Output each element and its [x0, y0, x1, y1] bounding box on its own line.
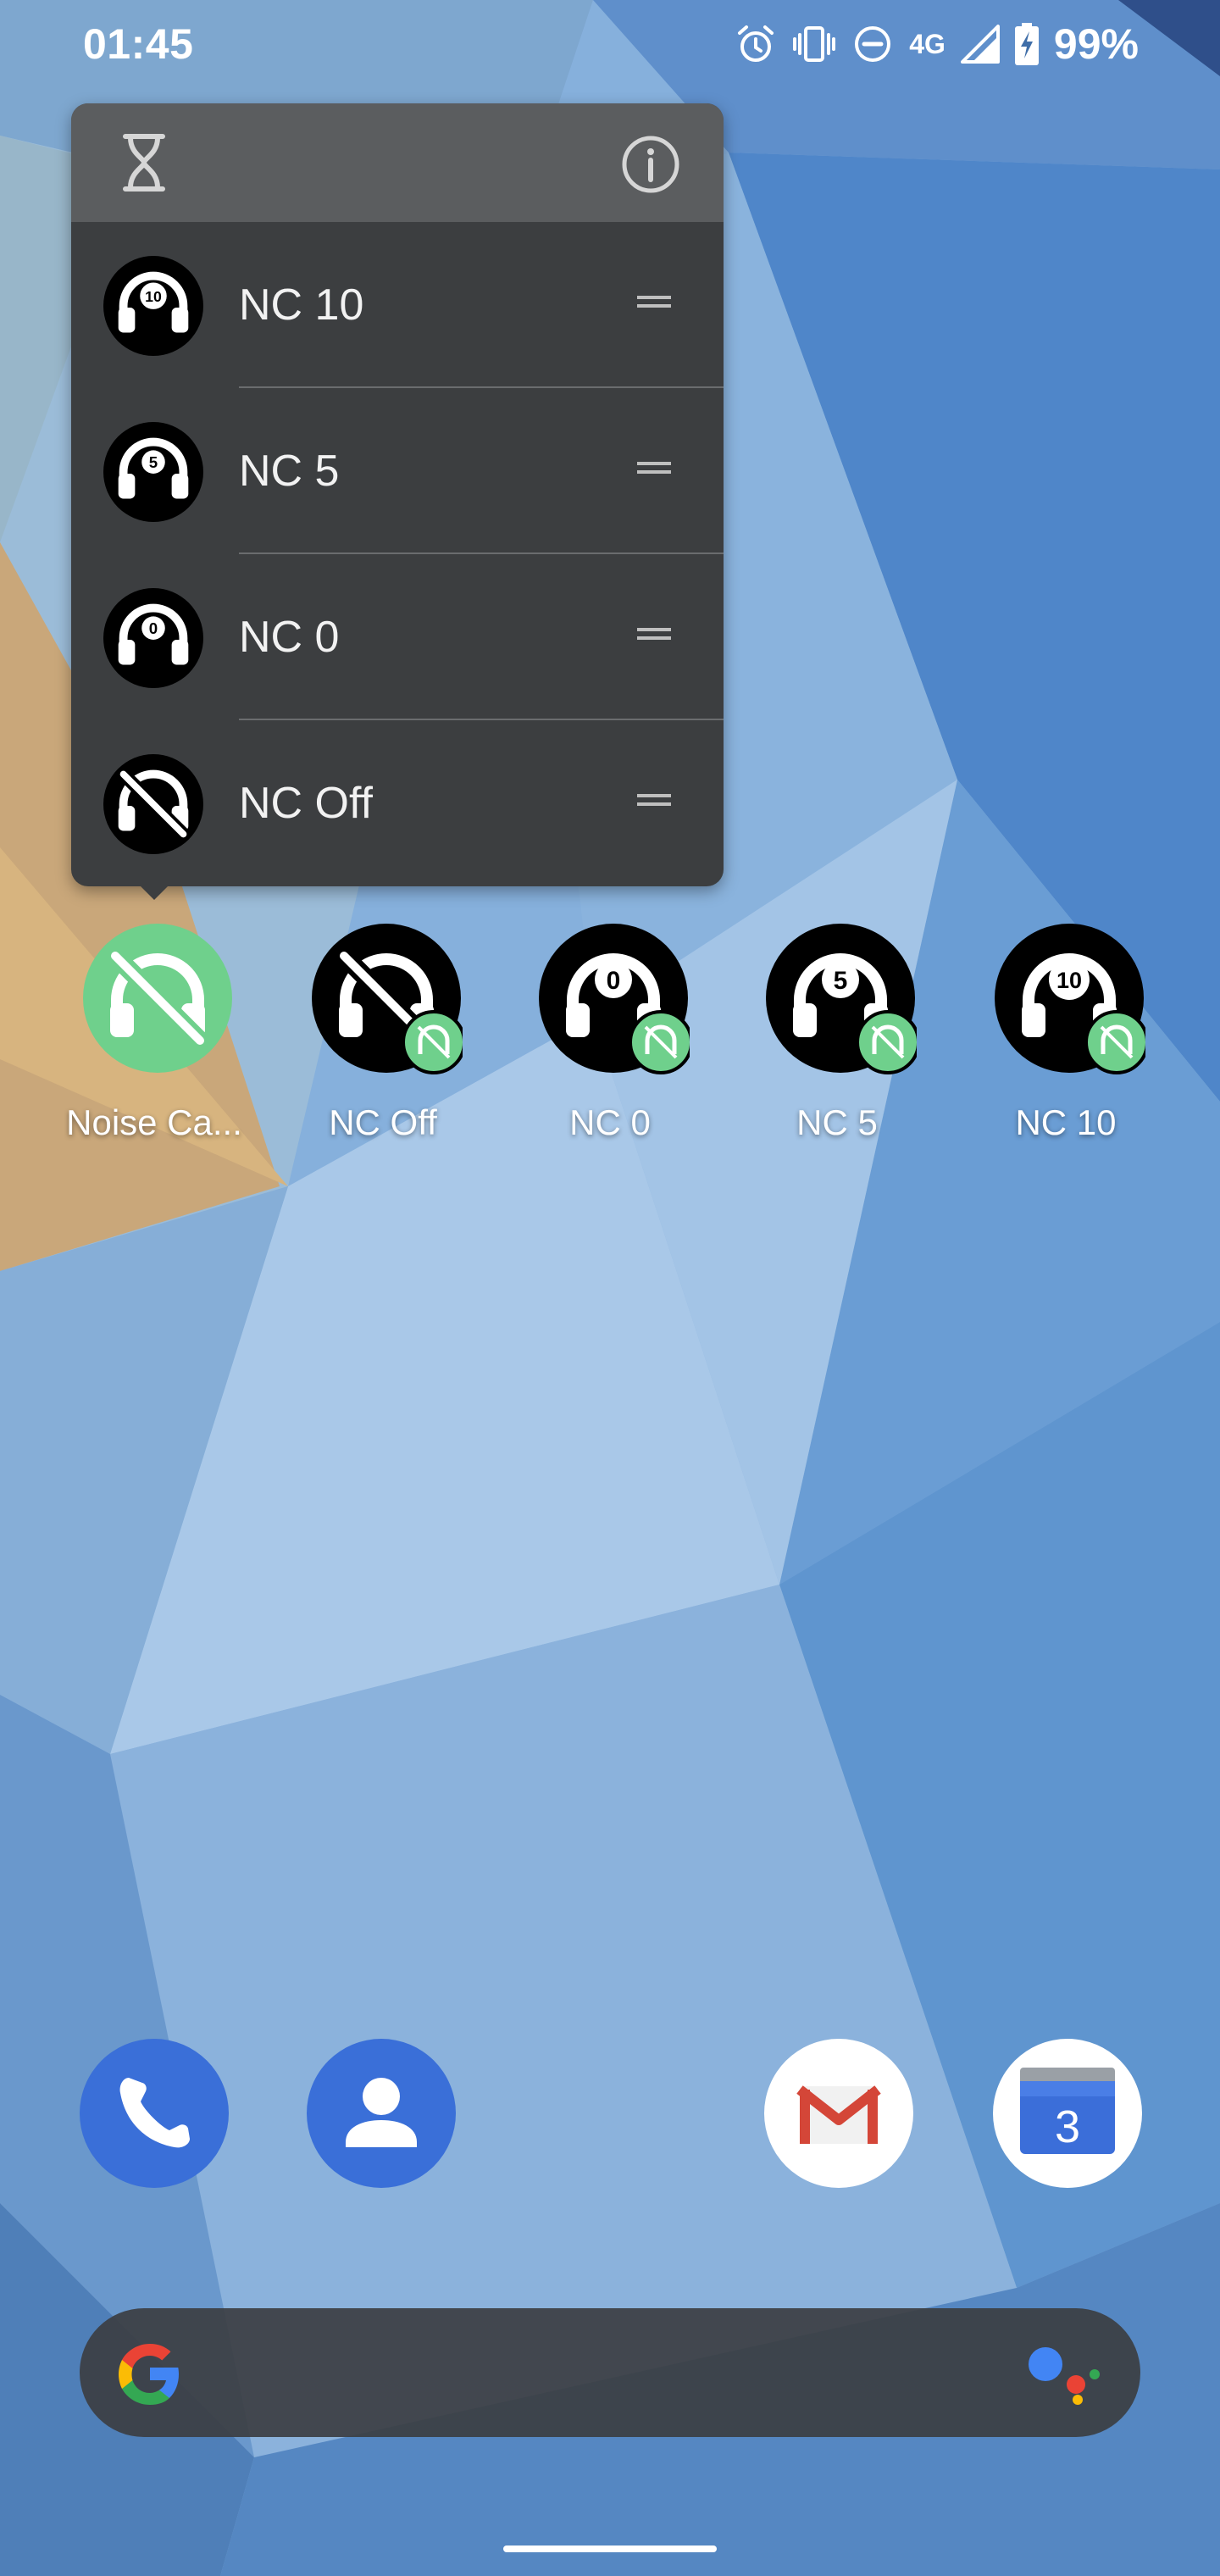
drag-handle-icon[interactable]: [635, 790, 673, 810]
status-bar: 01:45 4G 99%: [0, 0, 1220, 93]
vibrate-icon: [793, 26, 836, 62]
phone-icon[interactable]: [80, 2039, 229, 2188]
app-label: NC 5: [796, 1102, 878, 1142]
headphones-off-icon: [312, 924, 463, 1074]
headphones-nc0-icon: 0: [539, 924, 690, 1074]
noise-cancelling-app-icon: [83, 924, 232, 1073]
home-screen: 01:45 4G 99% 10 NC 10 5 NC 5 0 NC 0 NC O…: [0, 0, 1220, 2576]
shortcut-popup-menu: 10 NC 10 5 NC 5 0 NC 0 NC Off: [71, 103, 724, 886]
alarm-icon: [738, 25, 774, 62]
drag-handle-icon[interactable]: [635, 291, 673, 312]
headphones-nc5-icon: 5: [103, 422, 203, 522]
drag-handle-icon[interactable]: [635, 458, 673, 478]
menu-item-nc0[interactable]: 0 NC 0: [71, 554, 724, 720]
network-type: 4G: [909, 29, 946, 59]
do-not-disturb-icon: [855, 26, 891, 62]
svg-text:0: 0: [607, 967, 621, 995]
info-icon[interactable]: [620, 134, 681, 195]
status-time: 01:45: [83, 20, 194, 68]
gmail-icon[interactable]: [764, 2039, 913, 2188]
headphones-off-icon: [103, 754, 203, 854]
app-label: NC 0: [569, 1102, 651, 1142]
hourglass-icon[interactable]: [119, 133, 169, 192]
svg-text:5: 5: [834, 967, 848, 995]
calendar-day: 3: [1055, 2101, 1080, 2152]
app-label: NC 10: [1015, 1102, 1117, 1142]
menu-item-label: NC 10: [239, 280, 364, 330]
shortcut-nc10[interactable]: 10 NC 10: [973, 919, 1159, 1156]
svg-text:10: 10: [145, 288, 162, 305]
menu-item-label: NC 0: [239, 613, 340, 662]
headphones-nc10-icon: 10: [103, 256, 203, 356]
svg-text:0: 0: [149, 619, 158, 637]
svg-text:5: 5: [149, 453, 158, 471]
popup-header: [71, 103, 724, 222]
svg-text:10: 10: [1056, 968, 1082, 993]
app-noise-cancelling[interactable]: Noise Ca...: [61, 919, 247, 1156]
app-label: NC Off: [329, 1102, 437, 1142]
menu-item-label: NC 5: [239, 447, 340, 496]
popup-pointer: [136, 881, 173, 900]
headphones-nc10-icon: 10: [995, 924, 1145, 1074]
menu-item-label: NC Off: [239, 779, 373, 828]
menu-item-nc-off[interactable]: NC Off: [71, 720, 724, 886]
shortcut-nc-off[interactable]: NC Off: [290, 919, 476, 1156]
app-label: Noise Ca...: [66, 1102, 242, 1142]
assistant-icon[interactable]: [1027, 2344, 1103, 2405]
drag-handle-icon[interactable]: [635, 624, 673, 644]
menu-item-nc5[interactable]: 5 NC 5: [71, 388, 724, 554]
shortcut-nc0[interactable]: 0 NC 0: [517, 919, 703, 1156]
headphones-nc5-icon: 5: [766, 924, 917, 1074]
calendar-icon[interactable]: 3: [993, 2039, 1142, 2188]
menu-item-nc10[interactable]: 10 NC 10: [71, 222, 724, 388]
gesture-nav-handle[interactable]: [503, 2545, 717, 2552]
signal-icon: [960, 25, 1000, 64]
battery-percent: 99%: [1053, 20, 1139, 68]
headphones-nc0-icon: 0: [103, 588, 203, 688]
battery-charging-icon: [1014, 23, 1039, 65]
google-search-bar[interactable]: [80, 2308, 1140, 2437]
google-logo-icon: [119, 2344, 179, 2405]
contacts-icon[interactable]: [307, 2039, 456, 2188]
shortcut-nc5[interactable]: 5 NC 5: [744, 919, 930, 1156]
status-icons: 4G 99%: [735, 19, 1139, 69]
